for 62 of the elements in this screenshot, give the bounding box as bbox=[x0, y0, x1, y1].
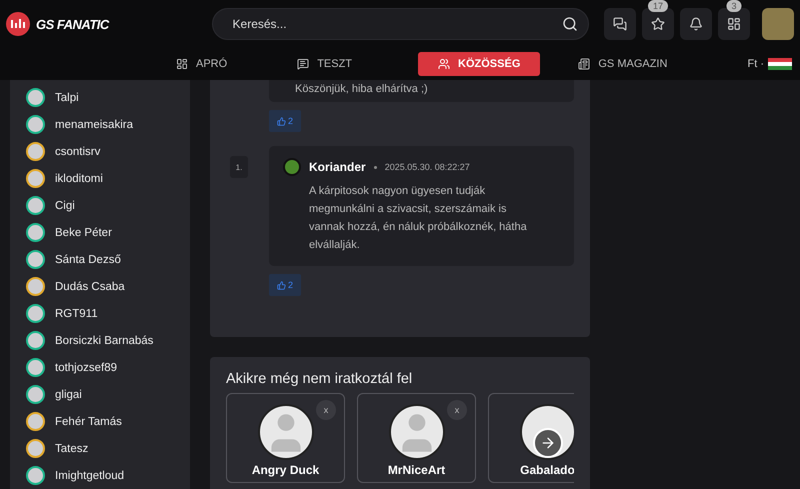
chat-button[interactable] bbox=[604, 8, 636, 40]
like-button[interactable]: 2 bbox=[269, 274, 301, 296]
avatar-photo-placeholder[interactable] bbox=[762, 8, 794, 40]
user-link[interactable]: ikloditomi bbox=[26, 165, 190, 192]
dashboard-icon bbox=[727, 17, 741, 31]
arrow-right-icon[interactable] bbox=[532, 428, 562, 458]
star-icon bbox=[651, 17, 665, 31]
layout-button[interactable] bbox=[718, 8, 750, 40]
reply-text: Köszönjük, hiba elhárítva ;) bbox=[295, 82, 429, 97]
thumbs-up-icon bbox=[276, 116, 286, 126]
star-button[interactable] bbox=[642, 8, 674, 40]
user-link[interactable]: Sánta Dezső bbox=[26, 246, 190, 273]
close-button[interactable]: x bbox=[316, 400, 336, 420]
count-badge: 3 bbox=[726, 0, 742, 12]
user-card[interactable]: x MrNiceArt bbox=[357, 393, 476, 483]
user-link[interactable]: tothjozsef89 bbox=[26, 354, 190, 381]
user-link[interactable]: Talpi bbox=[26, 84, 190, 111]
logo-text[interactable]: GS FANATIC bbox=[36, 16, 109, 32]
comment-text: A kárpitosok nagyon ügyesen tudják megmunkálni a szivacsit, szerszámaik is vannak hozzá, én náluk próbálkoznék, hátha elvállalják. bbox=[308, 184, 528, 253]
user-link[interactable]: csontisrv bbox=[26, 138, 190, 165]
user-link[interactable]: Imightgetloud bbox=[26, 462, 190, 489]
comment-time: 2025.05.30. 08:22:27 bbox=[384, 162, 470, 172]
section-title: Akikre még nem iratkoztál fel bbox=[226, 371, 414, 387]
chat-icon bbox=[613, 17, 627, 31]
author-avatar bbox=[283, 158, 301, 176]
bell-icon bbox=[689, 17, 703, 31]
close-button[interactable]: x bbox=[447, 400, 467, 420]
user-name[interactable]: MrNiceArt bbox=[388, 463, 446, 477]
nav-tab[interactable]: APRÓ bbox=[172, 52, 232, 76]
user-link[interactable]: RGT911 bbox=[26, 300, 190, 327]
flag-icon[interactable] bbox=[768, 58, 792, 70]
nav-tab[interactable]: KÖZÖSSÉG bbox=[418, 52, 540, 76]
user-name[interactable]: Angry Duck bbox=[252, 463, 320, 477]
user-link[interactable]: Dudás Csaba bbox=[26, 273, 190, 300]
nav-tab[interactable]: GS MAGAZIN bbox=[574, 52, 672, 76]
logo-icon[interactable] bbox=[6, 12, 30, 36]
newspaper-icon bbox=[578, 58, 590, 70]
user-link[interactable]: Cigi bbox=[26, 192, 190, 219]
author-name[interactable]: Koriander bbox=[309, 160, 366, 174]
search-icon[interactable] bbox=[562, 16, 578, 32]
user-name[interactable]: Gabalado bbox=[520, 463, 574, 477]
bell-button[interactable] bbox=[680, 8, 712, 40]
user-link[interactable]: Beke Péter bbox=[26, 219, 190, 246]
user-link[interactable]: gligai bbox=[26, 381, 190, 408]
comment-number: 1. bbox=[230, 156, 248, 178]
like-button[interactable]: 2 bbox=[269, 110, 301, 132]
separator-dot bbox=[374, 166, 377, 168]
thumbs-up-icon bbox=[276, 280, 286, 290]
search-field[interactable]: Keresés... bbox=[212, 8, 589, 40]
nav-tab[interactable]: TESZT bbox=[293, 52, 356, 76]
currency-label[interactable]: Ft · bbox=[748, 58, 764, 70]
count-badge: 17 bbox=[648, 0, 668, 12]
user-link[interactable]: Fehér Tamás bbox=[26, 408, 190, 435]
message-icon bbox=[297, 58, 310, 70]
user-card[interactable]: Gabalado bbox=[488, 393, 574, 483]
user-link[interactable]: Borsiczki Barnabás bbox=[26, 327, 190, 354]
dashboard-icon bbox=[176, 58, 188, 70]
user-link[interactable]: Tatesz bbox=[26, 435, 190, 462]
user-card[interactable]: x Angry Duck bbox=[226, 393, 345, 483]
search-input[interactable]: Keresés... bbox=[230, 16, 562, 32]
people-icon bbox=[438, 58, 450, 70]
user-link[interactable]: menameisakira bbox=[26, 111, 190, 138]
